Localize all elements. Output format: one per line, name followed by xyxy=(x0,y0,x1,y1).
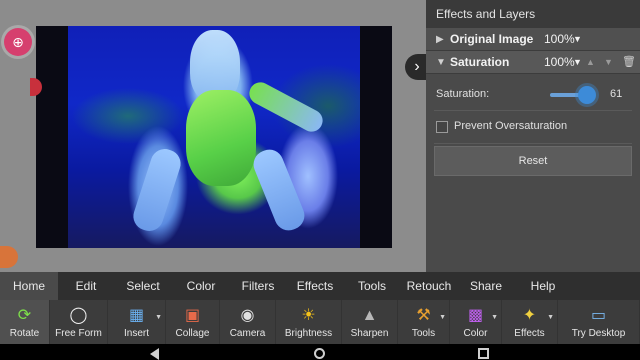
tool-label: Insert xyxy=(123,328,149,339)
menu-color[interactable]: Color xyxy=(172,272,230,300)
tool-bar: ⟳ Rotate ◯ Free Form ▦ Insert ▼ ▣ Collag… xyxy=(0,300,640,344)
move-up-icon[interactable]: ▲ xyxy=(586,51,595,74)
chevron-down-icon: ▼ xyxy=(439,314,446,321)
trash-icon[interactable]: 🗑 xyxy=(622,51,636,74)
recent-apps-icon[interactable] xyxy=(478,348,489,359)
free-form-icon: ◯ xyxy=(69,307,88,324)
photo-content xyxy=(68,26,360,248)
tool-label: Tools xyxy=(411,328,436,339)
collage-icon: ▣ xyxy=(184,307,201,324)
chevron-down-icon[interactable]: ▼ xyxy=(573,51,582,74)
menu-effects[interactable]: Effects xyxy=(286,272,344,300)
tool-brightness[interactable]: ☀ Brightness xyxy=(276,300,342,344)
effects-layers-panel: Effects and Layers ▶ Original Image 100%… xyxy=(426,0,640,272)
home-icon[interactable] xyxy=(314,348,325,359)
tool-camera[interactable]: ◉ Camera xyxy=(220,300,276,344)
tool-label: Collage xyxy=(175,328,210,339)
image-canvas[interactable]: ⊕ xyxy=(0,0,426,272)
saturation-slider-row: Saturation: 61 xyxy=(426,80,640,110)
layer-opacity[interactable]: 100% xyxy=(544,51,575,74)
saturation-slider-knob[interactable] xyxy=(578,86,596,104)
camera-icon: ◉ xyxy=(240,307,255,324)
menu-home[interactable]: Home xyxy=(0,272,58,300)
system-nav-bar xyxy=(0,344,640,360)
prevent-oversaturation-row[interactable]: Prevent Oversaturation xyxy=(426,111,640,143)
tool-collage[interactable]: ▣ Collage xyxy=(166,300,220,344)
layer-name: Saturation xyxy=(450,55,510,69)
collapse-triangle-icon[interactable]: ▼ xyxy=(436,51,446,74)
tool-free-form[interactable]: ◯ Free Form xyxy=(50,300,108,344)
chevron-down-icon: ▼ xyxy=(547,314,554,321)
layer-original-image[interactable]: ▶ Original Image 100% ▼ xyxy=(426,28,640,51)
tool-effects[interactable]: ✦ Effects ▼ xyxy=(502,300,558,344)
layer-opacity[interactable]: 100% xyxy=(544,28,575,51)
menu-help[interactable]: Help xyxy=(514,272,572,300)
saturation-label: Saturation: xyxy=(436,88,490,100)
photo-creature-body xyxy=(186,90,256,186)
tool-label: Effects xyxy=(514,328,545,339)
tool-label: Brightness xyxy=(284,328,333,339)
panel-title: Effects and Layers xyxy=(426,0,640,28)
divider xyxy=(434,143,632,144)
menu-retouch[interactable]: Retouch xyxy=(400,272,458,300)
tool-label: Camera xyxy=(229,328,266,339)
app-window: ⊕ › Effects and Layers ▶ Original Image … xyxy=(0,0,640,360)
tool-sharpen[interactable]: ▲ Sharpen xyxy=(342,300,398,344)
tool-label: Try Desktop xyxy=(571,328,626,339)
zoom-in-icon[interactable]: ⊕ xyxy=(4,28,32,56)
orange-handle[interactable] xyxy=(0,246,18,268)
brightness-icon: ☀ xyxy=(301,307,316,324)
chevron-down-icon: ▼ xyxy=(491,314,498,321)
chevron-down-icon[interactable]: ▼ xyxy=(573,28,582,51)
tool-rotate[interactable]: ⟳ Rotate xyxy=(0,300,50,344)
saturation-value: 61 xyxy=(610,88,623,100)
edited-photo[interactable] xyxy=(36,26,392,248)
menu-filters[interactable]: Filters xyxy=(230,272,286,300)
menu-tools[interactable]: Tools xyxy=(344,272,400,300)
rotate-icon: ⟳ xyxy=(17,307,32,324)
tool-label: Sharpen xyxy=(350,328,389,339)
prevent-oversaturation-label: Prevent Oversaturation xyxy=(454,120,568,132)
tool-try-desktop[interactable]: ▭ Try Desktop xyxy=(558,300,640,344)
tool-color[interactable]: ▩ Color ▼ xyxy=(450,300,502,344)
prevent-oversaturation-checkbox[interactable] xyxy=(436,121,448,133)
sharpen-icon: ▲ xyxy=(361,307,378,324)
menu-select[interactable]: Select xyxy=(114,272,172,300)
menu-share[interactable]: Share xyxy=(458,272,514,300)
layer-saturation[interactable]: ▼ Saturation 100% ▼ ▲ ▼ 🗑 xyxy=(426,51,640,74)
photo-creature-arm xyxy=(245,78,327,136)
tool-label: Free Form xyxy=(55,328,102,339)
reset-button[interactable]: Reset xyxy=(434,146,632,176)
tool-label: Color xyxy=(463,328,488,339)
layer-name: Original Image xyxy=(450,32,534,46)
tool-label: Rotate xyxy=(9,328,40,339)
menu-bar: Home Edit Select Color Filters Effects T… xyxy=(0,272,640,300)
tool-insert[interactable]: ▦ Insert ▼ xyxy=(108,300,166,344)
chevron-down-icon: ▼ xyxy=(155,314,162,321)
move-down-icon[interactable]: ▼ xyxy=(604,51,613,74)
menu-edit[interactable]: Edit xyxy=(58,272,114,300)
expand-triangle-icon[interactable]: ▶ xyxy=(436,28,444,51)
photo-creature-leg-left xyxy=(129,145,185,235)
photo-creature-leg-right xyxy=(249,145,309,235)
back-icon[interactable] xyxy=(150,348,159,360)
desktop-icon: ▭ xyxy=(590,307,607,324)
tool-tools[interactable]: ⚒ Tools ▼ xyxy=(398,300,450,344)
